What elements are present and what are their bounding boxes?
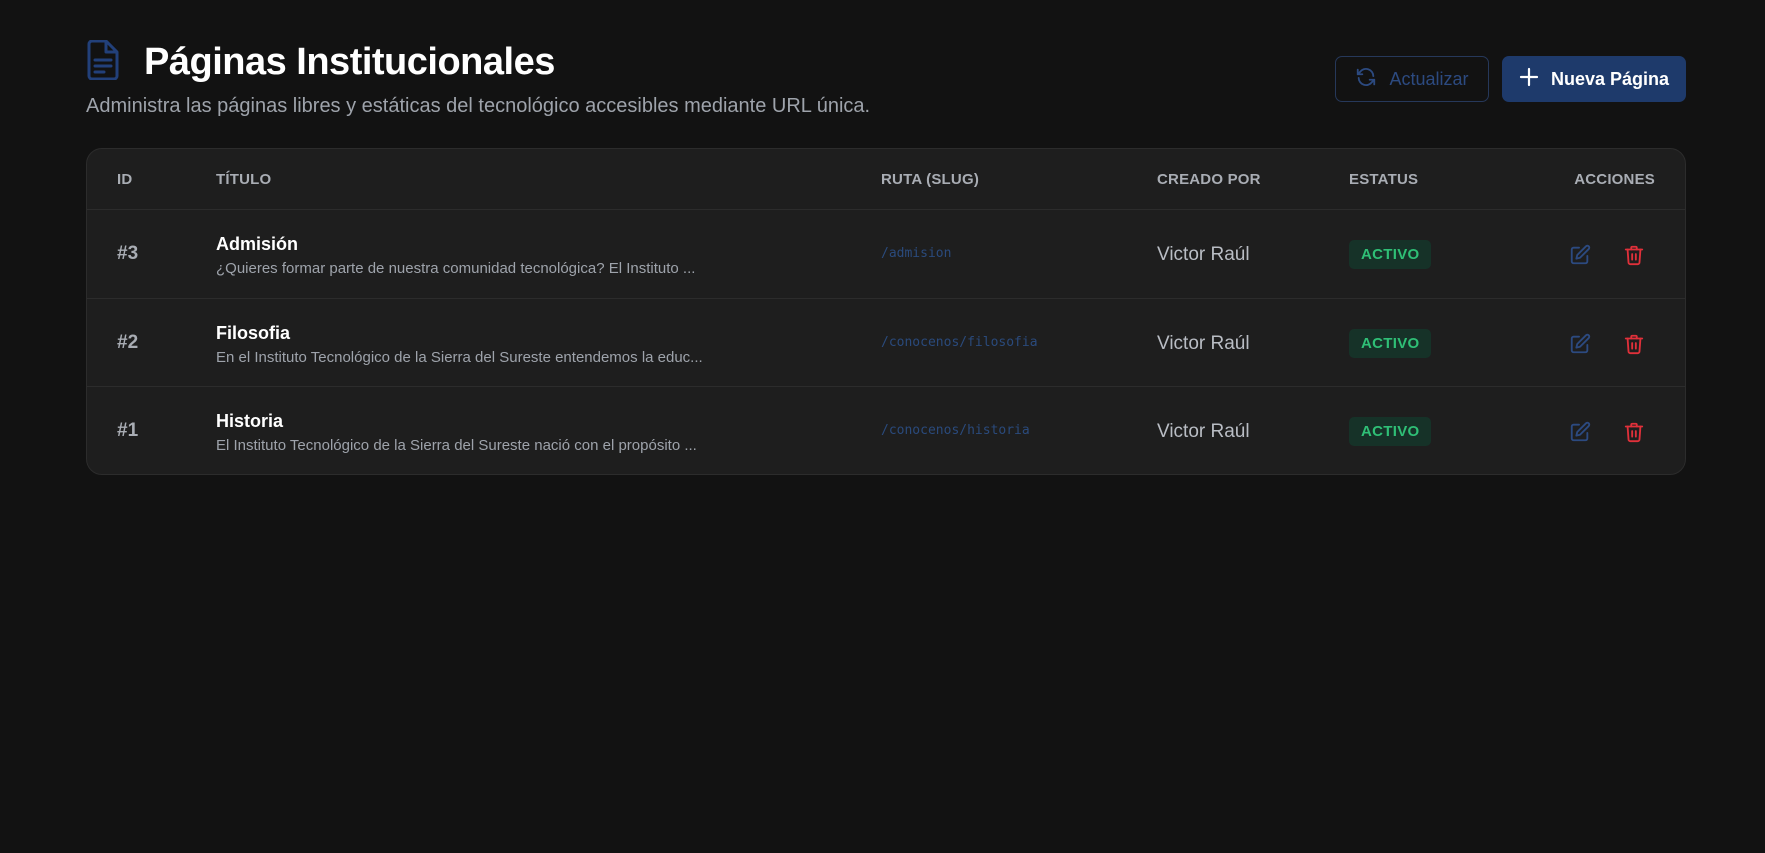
table-row: #1 Historia El Instituto Tecnológico de … <box>87 387 1685 474</box>
column-header-id: ID <box>117 171 133 188</box>
column-header-author: CREADO POR <box>1157 171 1261 188</box>
delete-icon[interactable] <box>1623 421 1645 443</box>
column-header-status: ESTATUS <box>1349 171 1419 188</box>
edit-icon[interactable] <box>1569 333 1591 355</box>
row-id: #2 <box>117 331 139 353</box>
plus-icon <box>1519 67 1539 92</box>
edit-icon[interactable] <box>1569 421 1591 443</box>
status-badge: ACTIVO <box>1349 240 1432 269</box>
row-author: Victor Raúl <box>1157 332 1250 354</box>
delete-icon[interactable] <box>1623 244 1645 266</box>
new-page-button[interactable]: Nueva Página <box>1502 56 1686 102</box>
table-header: ID TÍTULO RUTA (SLUG) CREADO POR ESTATUS… <box>87 149 1685 210</box>
table-row: #3 Admisión ¿Quieres formar parte de nue… <box>87 210 1685 299</box>
row-slug[interactable]: /conocenos/filosofia <box>881 335 1038 350</box>
edit-icon[interactable] <box>1569 244 1591 266</box>
row-excerpt: En el Instituto Tecnológico de la Sierra… <box>216 348 703 366</box>
row-id: #3 <box>117 243 139 264</box>
row-author: Victor Raúl <box>1157 421 1250 442</box>
row-id: #1 <box>117 420 139 441</box>
row-slug[interactable]: /conocenos/historia <box>881 423 1030 438</box>
page-header: Páginas Institucionales Administra las p… <box>86 40 1686 130</box>
refresh-label: Actualizar <box>1389 68 1469 89</box>
page-title: Páginas Institucionales <box>144 41 555 83</box>
column-header-slug: RUTA (SLUG) <box>881 171 980 188</box>
pages-table: ID TÍTULO RUTA (SLUG) CREADO POR ESTATUS… <box>86 148 1686 475</box>
new-page-label: Nueva Página <box>1550 68 1670 89</box>
page: Páginas Institucionales Administra las p… <box>0 0 1765 853</box>
refresh-button[interactable]: Actualizar <box>1335 56 1489 102</box>
column-header-actions: ACCIONES <box>1574 171 1655 188</box>
table-row: #2 Filosofia En el Instituto Tecnológico… <box>87 299 1685 387</box>
status-badge: ACTIVO <box>1349 328 1432 358</box>
row-title: Filosofia <box>216 322 291 343</box>
status-badge: ACTIVO <box>1349 417 1432 446</box>
row-slug[interactable]: /admision <box>881 246 951 261</box>
refresh-icon <box>1355 66 1377 93</box>
document-icon <box>86 40 126 84</box>
column-header-title: TÍTULO <box>216 171 272 188</box>
row-excerpt: El Instituto Tecnológico de la Sierra de… <box>216 437 697 454</box>
delete-icon[interactable] <box>1623 333 1645 355</box>
row-title: Historia <box>216 411 284 431</box>
row-author: Victor Raúl <box>1157 244 1250 265</box>
row-excerpt: ¿Quieres formar parte de nuestra comunid… <box>216 260 696 277</box>
row-title: Admisión <box>216 234 299 254</box>
